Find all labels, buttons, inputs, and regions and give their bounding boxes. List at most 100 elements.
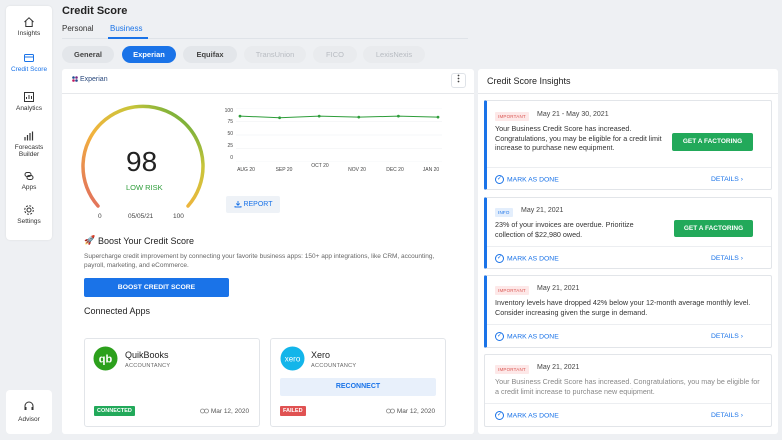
details-link[interactable]: DETAILS › xyxy=(711,255,743,262)
tag-badge: IMPORTANT xyxy=(495,112,529,121)
rocket-icon: 🚀 xyxy=(84,235,96,245)
x-tick-label: OCT 20 xyxy=(311,163,329,169)
card-text: Your Business Credit Score has increased… xyxy=(495,377,760,396)
sidebar-item-insights[interactable]: Insights xyxy=(6,16,52,37)
data-point xyxy=(357,115,361,119)
gauge-min-label: 0 xyxy=(98,213,102,220)
tab-active-indicator xyxy=(108,37,148,39)
card-date: May 21, 2021 xyxy=(537,364,580,371)
status-badge: FAILED xyxy=(280,406,306,416)
mark-as-done-button[interactable]: ✓ MARK AS DONE xyxy=(495,175,559,184)
details-link[interactable]: DETAILS › xyxy=(711,333,743,340)
score-date: 05/05/21 xyxy=(128,213,154,220)
boost-credit-score-button[interactable]: BOOST CREDIT SCORE xyxy=(84,278,229,297)
x-tick-label: DEC 20 xyxy=(386,167,404,173)
pill-fico[interactable]: FICO xyxy=(313,46,357,63)
sidebar-item-forecasts-builder[interactable]: Forecasts Builder xyxy=(6,130,52,158)
svg-text:qb: qb xyxy=(99,354,113,366)
sidebar-item-label: Apps xyxy=(21,184,37,191)
pill-equifax[interactable]: Equifax xyxy=(183,46,237,63)
check-circle-icon: ✓ xyxy=(495,332,504,341)
pill-lexisnexis[interactable]: LexisNexis xyxy=(363,46,425,63)
advisor-button[interactable]: Advisor xyxy=(6,390,52,434)
sidebar-item-credit-score[interactable]: Credit Score xyxy=(6,52,52,73)
pill-general[interactable]: General xyxy=(62,46,114,63)
mark-as-done-button[interactable]: ✓ MARK AS DONE xyxy=(495,411,559,420)
app-name: QuikBooks xyxy=(125,350,169,360)
report-button[interactable]: REPORT xyxy=(226,196,280,213)
mark-as-done-button[interactable]: ✓ MARK AS DONE xyxy=(495,254,559,263)
tab-business[interactable]: Business xyxy=(110,24,142,33)
tab-personal[interactable]: Personal xyxy=(62,24,94,33)
card-divider xyxy=(487,324,771,325)
y-tick-label: 100 xyxy=(224,108,233,114)
boost-description: Supercharge credit improvement by connec… xyxy=(84,253,435,269)
check-circle-icon: ✓ xyxy=(495,411,504,420)
more-options-button[interactable] xyxy=(451,73,466,88)
connected-apps-title: Connected Apps xyxy=(84,306,151,316)
series-line xyxy=(239,115,439,119)
advisor-label: Advisor xyxy=(18,416,40,423)
card-divider xyxy=(485,403,771,404)
get-factoring-button[interactable]: GET A FACTORING xyxy=(674,220,753,237)
xero-logo-icon: xero xyxy=(280,346,305,371)
details-link[interactable]: DETAILS › xyxy=(711,412,743,419)
chevron-right-icon: › xyxy=(740,176,743,183)
insight-card: IMPORTANT May 21 - May 30, 2021 Your Bus… xyxy=(484,100,772,190)
experian-logo: Experian xyxy=(72,76,108,83)
app-category: ACCOUNTANCY xyxy=(125,363,171,369)
y-tick-label: 25 xyxy=(227,143,233,149)
home-icon xyxy=(24,17,34,27)
card-text: Your Business Credit Score has increased… xyxy=(495,124,662,152)
insight-card: INFO May 21, 2021 23% of your invoices a… xyxy=(484,197,772,269)
card-date: May 21, 2021 xyxy=(537,285,580,292)
card-divider xyxy=(487,167,771,168)
app-name: Xero xyxy=(311,350,331,360)
pill-experian[interactable]: Experian xyxy=(122,46,176,63)
sidebar-item-label: Forecasts Builder xyxy=(14,144,44,158)
download-icon xyxy=(234,201,241,208)
link-icon xyxy=(386,408,395,414)
app-category: ACCOUNTANCY xyxy=(311,363,357,369)
check-circle-icon: ✓ xyxy=(495,254,504,263)
x-tick-label: AUG 20 xyxy=(237,167,255,173)
y-tick-label: 0 xyxy=(230,155,233,161)
card-date: May 21, 2021 xyxy=(521,207,564,214)
pill-transunion[interactable]: TransUnion xyxy=(244,46,306,63)
analytics-icon xyxy=(24,92,34,102)
x-tick-label: JAN 20 xyxy=(422,167,440,173)
chevron-right-icon: › xyxy=(740,333,743,340)
chevron-right-icon: › xyxy=(740,255,743,262)
chevron-right-icon: › xyxy=(740,412,743,419)
mark-as-done-button[interactable]: ✓ MARK AS DONE xyxy=(495,332,559,341)
x-tick-label: SEP 20 xyxy=(275,167,293,173)
sidebar-item-label: Analytics xyxy=(15,105,42,112)
risk-label: LOW RISK xyxy=(126,183,163,192)
check-circle-icon: ✓ xyxy=(495,175,504,184)
tag-badge: IMPORTANT xyxy=(495,286,529,295)
card-icon xyxy=(24,54,34,62)
sidebar-item-settings[interactable]: Settings xyxy=(6,204,52,225)
sidebar-item-label: Credit Score xyxy=(10,66,48,73)
kebab-icon xyxy=(457,74,460,83)
y-tick-label: 75 xyxy=(227,119,233,125)
card-divider xyxy=(487,246,771,247)
card-date: May 21 - May 30, 2021 xyxy=(537,111,609,118)
boost-title: Boost Your Credit Score xyxy=(98,236,195,246)
sidebar-item-label: Insights xyxy=(17,30,41,37)
experian-mark-icon xyxy=(72,76,78,82)
insights-title: Credit Score Insights xyxy=(487,76,571,86)
status-badge: CONNECTED xyxy=(94,406,135,416)
tag-badge: IMPORTANT xyxy=(495,365,529,374)
sidebar-item-analytics[interactable]: Analytics xyxy=(6,91,52,112)
data-point xyxy=(317,114,321,118)
quickbooks-logo-icon: qb xyxy=(93,346,118,371)
panel-divider xyxy=(62,93,474,94)
get-factoring-button[interactable]: GET A FACTORING xyxy=(672,133,753,151)
sidebar: Insights Credit Score Analytics Forecast… xyxy=(6,6,52,240)
data-point xyxy=(238,114,242,118)
details-link[interactable]: DETAILS › xyxy=(711,176,743,183)
sidebar-item-apps[interactable]: Apps xyxy=(6,170,52,191)
reconnect-button[interactable]: RECONNECT xyxy=(280,378,436,396)
svg-text:xero: xero xyxy=(285,355,301,364)
